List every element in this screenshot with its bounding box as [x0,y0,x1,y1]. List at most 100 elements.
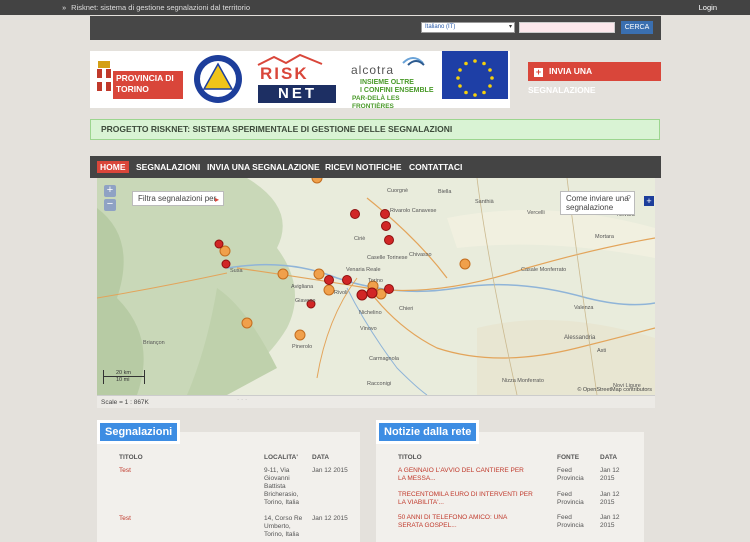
eu-stars-icon [442,51,508,108]
alcotra-slogan-2: I CONFINI ENSEMBLE [360,87,434,94]
column-header: LOCALITA' [264,454,298,461]
map-town-label: Casale Monferrato [521,267,567,273]
breadcrumb: » Risknet: sistema di gestione segnalazio… [62,3,250,12]
nav-segnalazioni[interactable]: SEGNALAZIONI [133,161,203,173]
column-header: TITOLO [398,454,422,461]
report-place: 14, Corso Re Umberto, Torino, Italia [264,515,303,538]
site-title: Risknet: sistema di gestione segnalazion… [71,3,251,12]
language-select[interactable]: Italiano (IT) ▾ [421,22,515,33]
map-town-label: Vercelli [527,210,545,216]
map-town-label: Chivasso [409,252,432,258]
column-header: FONTE [557,454,580,461]
filter-reports-label: Filtra segnalazioni per [138,194,217,203]
map-town-label: Briançon [143,340,165,346]
map-town-label: Vinovo [360,326,377,332]
map-town-label: Santhià [475,199,494,205]
report-date: Jan 12 2015 [312,515,348,522]
main-nav: HOME SEGNALAZIONI INVIA UNA SEGNALAZIONE… [90,156,661,178]
map-town-label: Nizza Monferrato [502,378,544,384]
map-attribution[interactable]: © OpenStreetMap contributors [577,387,652,393]
map-town-label: Ciriè [354,236,366,242]
language-value: Italiano (IT) [425,24,456,30]
news-title: Notizie dalla rete [376,420,480,444]
chevron-down-icon: ▾ [508,24,512,30]
map-town-label: Chieri [399,306,414,312]
scale-mi: 10 mi [116,377,130,383]
nav-contattaci[interactable]: CONTATTACI [406,161,465,173]
report-title-link[interactable]: Test [119,515,131,523]
help-icon: ? [626,194,631,203]
column-header: DATA [312,454,330,461]
map-town-label: Asti [597,348,607,354]
partner-logos: PROVINCIA DI TORINO RISK NET alcotra INS… [90,51,510,110]
column-header: DATA [600,454,618,461]
caret-right-icon: ▸ [214,195,219,204]
risknet-bottom-text: NET [278,85,317,102]
news-title-link[interactable]: A GENNAIO L'AVVIO DEL CANTIERE PER LA ME… [398,467,533,483]
filter-reports-button[interactable]: Filtra segnalazioni per ▸ [132,191,224,206]
project-banner: PROGETTO RISKNET: SISTEMA SPERIMENTALE D… [90,119,660,140]
map-scale-bar: 20 km 10 mi [103,370,145,384]
search-input[interactable] [519,22,615,33]
nav-home[interactable]: HOME [97,161,129,173]
eu-flag-logo [442,51,508,108]
map-town-label: Avigliana [291,284,314,290]
map-resize-grip[interactable]: · · · [237,396,247,403]
news-title-link[interactable]: TRECENTOMILA EURO DI INTERVENTI PER LA V… [398,491,533,507]
map-town-label: Alessandria [564,335,596,341]
search-bar: Italiano (IT) ▾ CERCA [90,16,661,40]
risknet-logo: RISK NET [252,51,338,108]
chevron-right-icon: » [62,3,67,12]
plus-icon: + [534,67,543,77]
map-town-label: Mortara [595,234,614,240]
risknet-top-text: RISK [260,64,309,83]
login-link[interactable]: Login [699,3,717,12]
top-bar: » Risknet: sistema di gestione segnalazio… [0,0,750,15]
map-town-label: Cuorgnè [387,188,409,194]
report-place: 9-11, Via Giovanni Battista Bricherasio,… [264,467,300,506]
map-town-label: Racconigi [367,381,392,387]
news-date: Jan 12 2015 [600,491,620,506]
news-title-link[interactable]: 50 ANNI DI TELEFONO AMICO: UNA SERATA GO… [398,514,533,530]
map-town-label: Rivoli [334,290,348,296]
news-date: Jan 12 2015 [600,467,620,482]
search-button[interactable]: CERCA [621,21,653,34]
map-town-label: Caselle Torinese [367,255,408,261]
news-panel: Notizie dalla rete TITOLO FONTE DATA A G… [376,420,644,542]
map-scale-footer: Scale = 1 : 867K · · · [97,395,655,408]
news-source: Feed Provincia [557,491,584,506]
howto-report-label: Come inviare una segnalazione [566,194,629,212]
reports-panel: Segnalazioni TITOLO LOCALITA' DATA Test … [97,420,360,542]
map-town-label: Valenza [574,305,594,311]
map-town-label: Rivarolo Canavese [390,208,437,214]
howto-report-button[interactable]: Come inviare una segnalazione ? [560,191,635,215]
map-town-label: Torino [368,278,383,284]
map-view[interactable]: Cuorgnè Rivarolo Canavese Ciriè Caselle … [97,178,655,395]
map-town-label: Carmagnola [369,356,399,362]
map-town-label: Pinerolo [292,344,313,350]
map-town-label: Giaveno [295,298,316,304]
news-source: Feed Provincia [557,514,584,529]
provincia-logo-text: PROVINCIA DI TORINO [116,73,174,94]
scale-text: Scale = 1 : 867K [101,399,149,406]
alcotra-slogan-1: INSIEME OLTRE [360,79,414,86]
provincia-torino-logo: PROVINCIA DI TORINO [93,51,185,108]
send-report-button[interactable]: + INVIA UNA SEGNALAZIONE [528,62,661,95]
zoom-in-button[interactable]: + [104,185,116,197]
report-date: Jan 12 2015 [312,467,348,474]
news-date: Jan 12 2015 [600,514,620,529]
alcotra-logo: alcotra INSIEME OLTRE I CONFINI ENSEMBLE… [348,51,438,110]
alcotra-slogan-3: PAR-DELÀ LES FRONTIÈRES [352,95,400,110]
nav-ricevi-notifiche[interactable]: RICEVI NOTIFICHE [322,161,405,173]
column-header: TITOLO [119,454,143,461]
news-source: Feed Provincia [557,467,584,482]
alcotra-text: alcotra [351,63,395,77]
zoom-out-button[interactable]: − [104,199,116,211]
reports-title: Segnalazioni [97,420,181,444]
nav-invia-segnalazione[interactable]: INVIA UNA SEGNALAZIONE [204,161,323,173]
map-town-label: Nichelino [359,310,382,316]
report-title-link[interactable]: Test [119,467,131,475]
map-town-label: Susa [230,268,243,274]
protezione-civile-icon [194,55,242,103]
layer-switcher-button[interactable]: + [644,196,654,206]
